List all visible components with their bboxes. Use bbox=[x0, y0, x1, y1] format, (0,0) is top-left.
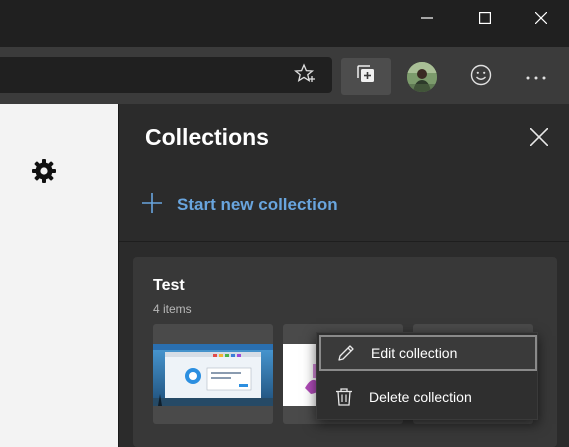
maximize-icon bbox=[479, 12, 491, 24]
start-new-collection-button[interactable]: Start new collection bbox=[141, 190, 338, 220]
web-page-content bbox=[0, 104, 118, 447]
browser-toolbar bbox=[0, 47, 569, 104]
collection-thumbnail[interactable] bbox=[153, 324, 273, 424]
collection-item-count: 4 items bbox=[153, 302, 192, 316]
close-icon bbox=[535, 12, 547, 24]
thumbnail-image bbox=[153, 344, 273, 406]
plus-icon bbox=[141, 192, 163, 219]
delete-collection-menu-item[interactable]: Delete collection bbox=[319, 379, 537, 415]
title-bar bbox=[0, 0, 569, 47]
minimize-icon bbox=[421, 12, 433, 24]
collections-icon bbox=[356, 64, 376, 89]
pencil-icon bbox=[321, 343, 371, 363]
menu-item-label: Delete collection bbox=[369, 389, 472, 405]
browser-window: Collections Start new collection Test 4 … bbox=[0, 0, 569, 447]
divider bbox=[119, 241, 569, 242]
page-settings-button[interactable] bbox=[29, 156, 59, 186]
star-icon bbox=[293, 62, 316, 90]
feedback-button[interactable] bbox=[466, 63, 496, 91]
trash-icon bbox=[319, 387, 369, 407]
gear-icon bbox=[29, 159, 59, 190]
minimize-button[interactable] bbox=[404, 0, 450, 36]
menu-item-label: Edit collection bbox=[371, 345, 458, 361]
close-icon bbox=[529, 126, 549, 151]
maximize-button[interactable] bbox=[462, 0, 508, 36]
collections-button[interactable] bbox=[341, 58, 391, 95]
more-icon bbox=[525, 68, 547, 86]
start-new-collection-label: Start new collection bbox=[177, 195, 338, 214]
pane-title: Collections bbox=[145, 124, 269, 150]
collection-context-menu: Edit collection Delete collection bbox=[316, 332, 538, 420]
edit-collection-menu-item[interactable]: Edit collection bbox=[319, 335, 537, 371]
avatar[interactable] bbox=[407, 62, 437, 92]
favorite-button[interactable] bbox=[290, 62, 320, 90]
settings-more-button[interactable] bbox=[520, 63, 552, 91]
collection-title: Test bbox=[153, 277, 185, 294]
close-window-button[interactable] bbox=[518, 0, 564, 36]
close-pane-button[interactable] bbox=[524, 124, 554, 154]
emoji-icon bbox=[470, 64, 492, 91]
address-bar[interactable] bbox=[0, 57, 332, 93]
